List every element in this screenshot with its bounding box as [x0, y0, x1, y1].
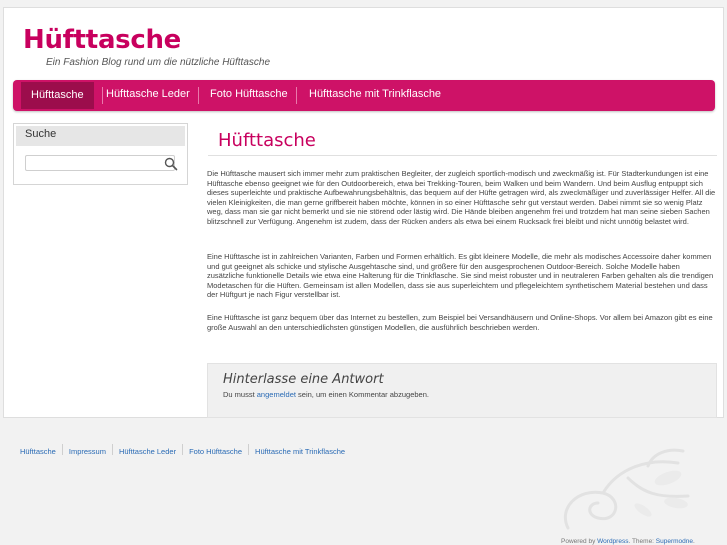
footer-navigation: Hüfttasche Impressum Hüfttasche Leder Foto …: [20, 441, 345, 456]
credits-suffix: .: [693, 538, 695, 545]
post-paragraph: Eine Hüfttasche ist ganz bequem über das…: [207, 313, 713, 332]
search-input[interactable]: [25, 155, 175, 171]
post-paragraph: Die Hüfttasche mausert sich immer mehr z…: [207, 169, 716, 226]
search-icon[interactable]: [164, 157, 178, 171]
footer-separator: [182, 444, 184, 456]
wordpress-link[interactable]: Wordpress: [597, 538, 628, 545]
search-widget-title: Suche: [16, 126, 185, 146]
footer-link-huefttasche-leder[interactable]: Hüfttasche Leder: [119, 447, 176, 456]
post-title[interactable]: Hüfttasche: [218, 130, 316, 151]
footer-link-huefttasche[interactable]: Hüfttasche: [20, 447, 56, 456]
site-title[interactable]: Hüfttasche: [23, 25, 181, 55]
nav-separator: [102, 87, 103, 104]
comment-heading: Hinterlasse eine Antwort: [223, 372, 384, 387]
footer-link-foto-huefttasche[interactable]: Foto Hüfttasche: [189, 447, 242, 456]
comment-text-after: sein, um einen Kommentar abzugeben.: [295, 390, 429, 399]
nav-item-huefttasche[interactable]: Hüfttasche: [21, 82, 94, 109]
comment-text-before: Du musst: [223, 390, 257, 399]
footer-link-impressum[interactable]: Impressum: [69, 447, 106, 456]
credits-mid: . Theme:: [628, 538, 656, 545]
search-widget: Suche: [13, 123, 188, 185]
footer-separator: [111, 444, 113, 456]
footer-separator: [248, 444, 250, 456]
comment-login-notice: Du musst angemeldet sein, um einen Komme…: [223, 390, 429, 399]
nav-item-huefttasche-leder[interactable]: Hüfttasche Leder: [106, 88, 190, 100]
login-link[interactable]: angemeldet: [257, 390, 296, 399]
nav-item-huefttasche-mit-trinkflasche[interactable]: Hüfttasche mit Trinkflasche: [309, 88, 441, 100]
theme-link[interactable]: Supermodne: [656, 538, 693, 545]
main-navigation: Hüfttasche Hüfttasche Leder Foto Hüfttas…: [13, 80, 715, 111]
site-description: Ein Fashion Blog rund um die nützliche H…: [46, 57, 271, 68]
footer-link-huefttasche-mit-trinkflasche[interactable]: Hüfttasche mit Trinkflasche: [255, 447, 345, 456]
credits-prefix: Powered by: [561, 538, 598, 545]
footer-separator: [61, 444, 63, 456]
page-container: Hüfttasche Ein Fashion Blog rund um die …: [3, 7, 724, 418]
comment-respond-box: Hinterlasse eine Antwort Du musst angeme…: [207, 363, 717, 418]
nav-separator: [198, 87, 199, 104]
post-title-divider: [208, 155, 717, 156]
footer-credits: Powered by Wordpress. Theme: Supermodne.: [561, 538, 695, 545]
floral-ornament-icon: [564, 448, 690, 530]
post-paragraph: Eine Hüfttasche ist in zahlreichen Varia…: [207, 252, 714, 299]
nav-item-foto-huefttasche[interactable]: Foto Hüfttasche: [210, 88, 288, 100]
nav-separator: [296, 87, 297, 104]
